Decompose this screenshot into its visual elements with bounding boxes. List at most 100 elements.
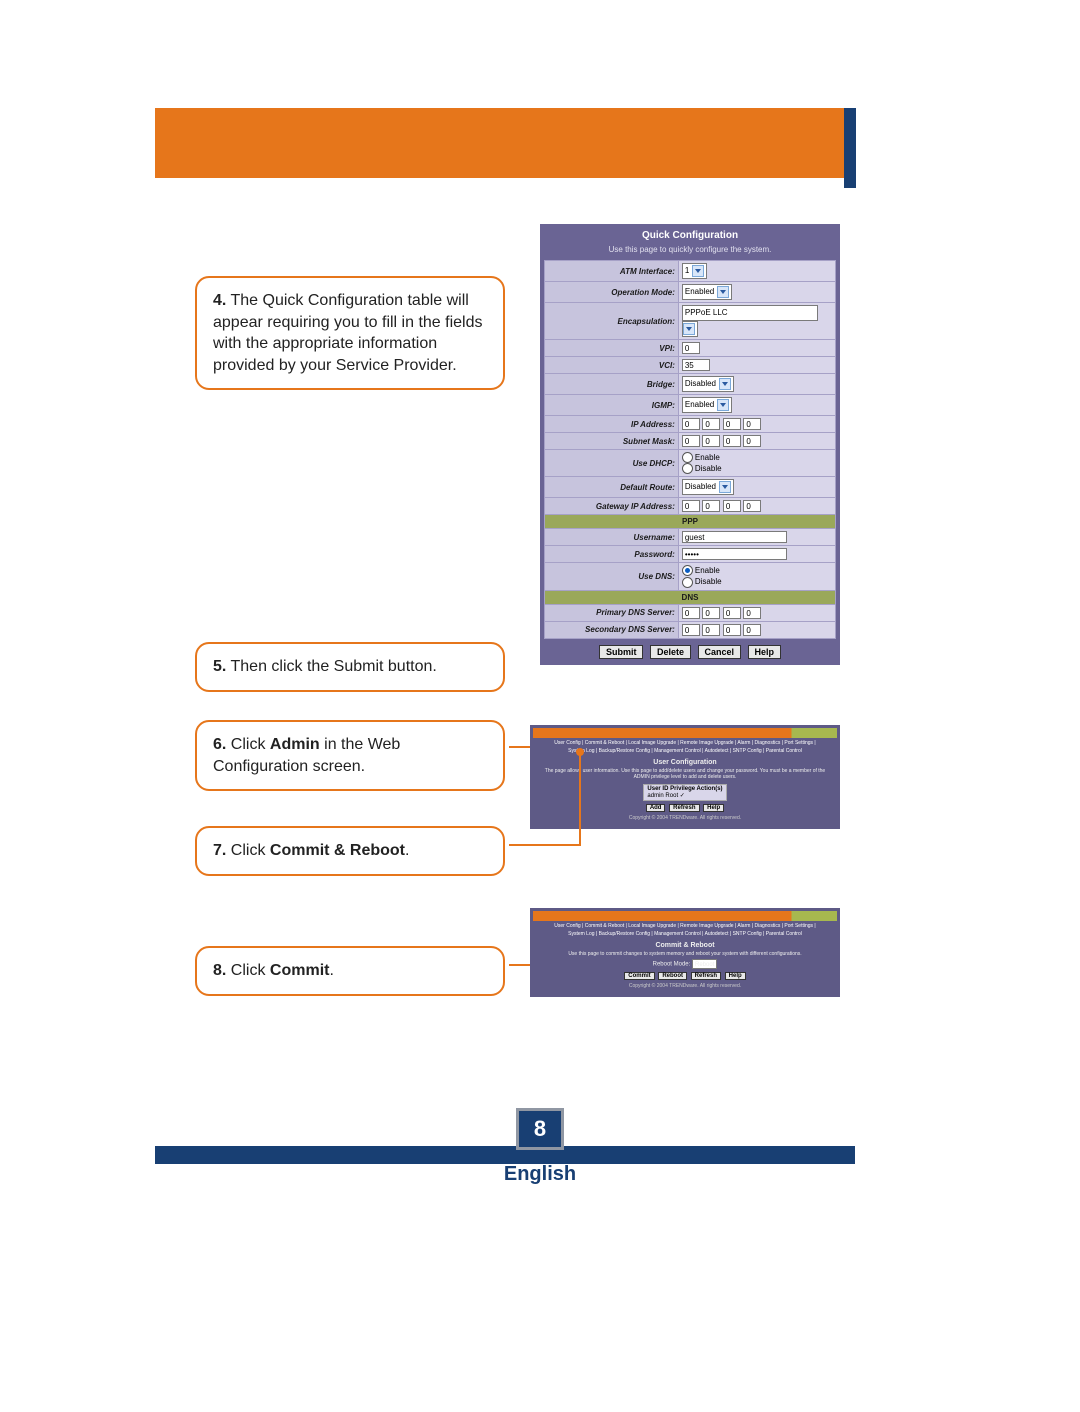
qc-pdns-label: Primary DNS Server: [545, 604, 679, 621]
commit-screenshot: User Config | Commit & Reboot | Local Im… [530, 908, 840, 997]
qc-gw-b[interactable]: 0 [702, 500, 720, 512]
qc-defroute-select[interactable]: Disabled [682, 479, 734, 495]
step7-dot [576, 748, 584, 756]
qc-igmp-select[interactable]: Enabled [682, 397, 732, 413]
commit-desc: Use this page to commit changes to syste… [539, 951, 831, 957]
commit-refresh-button[interactable]: Refresh [691, 972, 721, 980]
qc-password-label: Password: [545, 546, 679, 563]
step7-leader-v [579, 752, 581, 846]
qc-usedns-enable-radio[interactable] [682, 565, 693, 576]
qc-sdns-c[interactable]: 0 [723, 624, 741, 636]
qc-gw-a[interactable]: 0 [682, 500, 700, 512]
step-7-text-b: . [405, 842, 409, 859]
qc-mask-c[interactable]: 0 [723, 435, 741, 447]
qc-ip-c[interactable]: 0 [723, 418, 741, 430]
qc-ip-label: IP Address: [545, 416, 679, 433]
language-label: English [0, 1163, 1080, 1186]
admin-help-button[interactable]: Help [703, 804, 724, 812]
commit-mode-label: Reboot Mode: [653, 962, 691, 968]
qc-vpi-input[interactable]: 0 [682, 342, 700, 354]
qc-dhcp-label: Use DHCP: [545, 450, 679, 477]
quick-config-screenshot: Quick Configuration Use this page to qui… [540, 224, 840, 665]
qc-opmode-label: Operation Mode: [545, 282, 679, 303]
qc-sdns-b[interactable]: 0 [702, 624, 720, 636]
qc-atm-select[interactable]: 1 [682, 263, 707, 279]
qc-table: ATM Interface: 1 Operation Mode: Enabled… [544, 260, 836, 639]
qc-pdns-b[interactable]: 0 [702, 607, 720, 619]
commit-tabs [533, 911, 837, 921]
qc-ip-d[interactable]: 0 [743, 418, 761, 430]
step-4-text: The Quick Configuration table will appea… [213, 292, 483, 374]
qc-mask-b[interactable]: 0 [702, 435, 720, 447]
qc-delete-button[interactable]: Delete [650, 645, 691, 659]
chevron-down-icon [717, 399, 729, 411]
qc-ip-b[interactable]: 0 [702, 418, 720, 430]
qc-ip-a[interactable]: 0 [682, 418, 700, 430]
qc-sdns-d[interactable]: 0 [743, 624, 761, 636]
admin-title: User Configuration [539, 759, 831, 766]
qc-opmode-select[interactable]: Enabled [682, 284, 732, 300]
admin-tabs [533, 728, 837, 738]
commit-reboot-button[interactable]: Reboot [658, 972, 687, 980]
commit-commit-button[interactable]: Commit [624, 972, 654, 980]
footer-blue-bar [155, 1146, 855, 1164]
qc-gw-c[interactable]: 0 [723, 500, 741, 512]
commit-title: Commit & Reboot [539, 942, 831, 949]
step-4-callout: 4. The Quick Configuration table will ap… [195, 276, 505, 390]
qc-bridge-label: Bridge: [545, 374, 679, 395]
admin-add-button[interactable]: Add [646, 804, 666, 812]
qc-title: Quick Configuration [544, 228, 836, 243]
commit-links2: System Log | Backup/Restore Config | Man… [533, 931, 837, 939]
step-5-text: Then click the Submit button. [231, 658, 437, 675]
qc-mask-label: Subnet Mask: [545, 433, 679, 450]
chevron-down-icon [682, 321, 698, 337]
step-8-text-b: . [329, 962, 333, 979]
qc-dns-separator: DNS [545, 590, 836, 604]
step-5-number: 5. [213, 658, 226, 675]
commit-mode-select[interactable]: Reboot [692, 959, 717, 969]
qc-submit-button[interactable]: Submit [599, 645, 644, 659]
qc-username-input[interactable]: guest [682, 531, 787, 543]
qc-mask-a[interactable]: 0 [682, 435, 700, 447]
step-6-bold: Admin [270, 736, 320, 753]
qc-gw-d[interactable]: 0 [743, 500, 761, 512]
step-6-callout: 6. Click Admin in the Web Configuration … [195, 720, 505, 791]
admin-refresh-button[interactable]: Refresh [669, 804, 699, 812]
qc-usedns-disable-radio[interactable] [682, 577, 693, 588]
qc-encap-select[interactable]: PPPoE LLC [682, 305, 818, 321]
admin-desc: The page allows user information. Use th… [539, 768, 831, 780]
step-4-number: 4. [213, 292, 226, 309]
step-8-text-a: Click [231, 962, 270, 979]
qc-subtitle: Use this page to quickly configure the s… [544, 243, 836, 260]
step-5-callout: 5. Then click the Submit button. [195, 642, 505, 692]
qc-vci-input[interactable]: 35 [682, 359, 710, 371]
qc-pdns-a[interactable]: 0 [682, 607, 700, 619]
commit-links1: User Config | Commit & Reboot | Local Im… [533, 923, 837, 931]
qc-gw-label: Gateway IP Address: [545, 498, 679, 515]
qc-username-label: Username: [545, 529, 679, 546]
document-page: 4. The Quick Configuration table will ap… [0, 0, 1080, 1412]
qc-dhcp-disable-radio[interactable] [682, 463, 693, 474]
page-number: 8 [516, 1108, 564, 1150]
qc-atm-label: ATM Interface: [545, 261, 679, 282]
qc-cancel-button[interactable]: Cancel [698, 645, 742, 659]
qc-help-button[interactable]: Help [748, 645, 782, 659]
qc-dhcp-enable-radio[interactable] [682, 452, 693, 463]
qc-vpi-label: VPI: [545, 340, 679, 357]
qc-encap-label: Encapsulation: [545, 303, 679, 340]
qc-ppp-separator: PPP [545, 515, 836, 529]
qc-mask-d[interactable]: 0 [743, 435, 761, 447]
qc-vci-label: VCI: [545, 357, 679, 374]
qc-sdns-a[interactable]: 0 [682, 624, 700, 636]
qc-defroute-label: Default Route: [545, 477, 679, 498]
commit-help-button[interactable]: Help [725, 972, 746, 980]
qc-password-input[interactable]: ••••• [682, 548, 787, 560]
step-7-bold: Commit & Reboot [270, 842, 405, 859]
qc-pdns-d[interactable]: 0 [743, 607, 761, 619]
qc-pdns-c[interactable]: 0 [723, 607, 741, 619]
step-7-text-a: Click [231, 842, 270, 859]
step-7-callout: 7. Click Commit & Reboot. [195, 826, 505, 876]
step7-leader [509, 844, 581, 846]
qc-sdns-label: Secondary DNS Server: [545, 621, 679, 638]
qc-bridge-select[interactable]: Disabled [682, 376, 734, 392]
